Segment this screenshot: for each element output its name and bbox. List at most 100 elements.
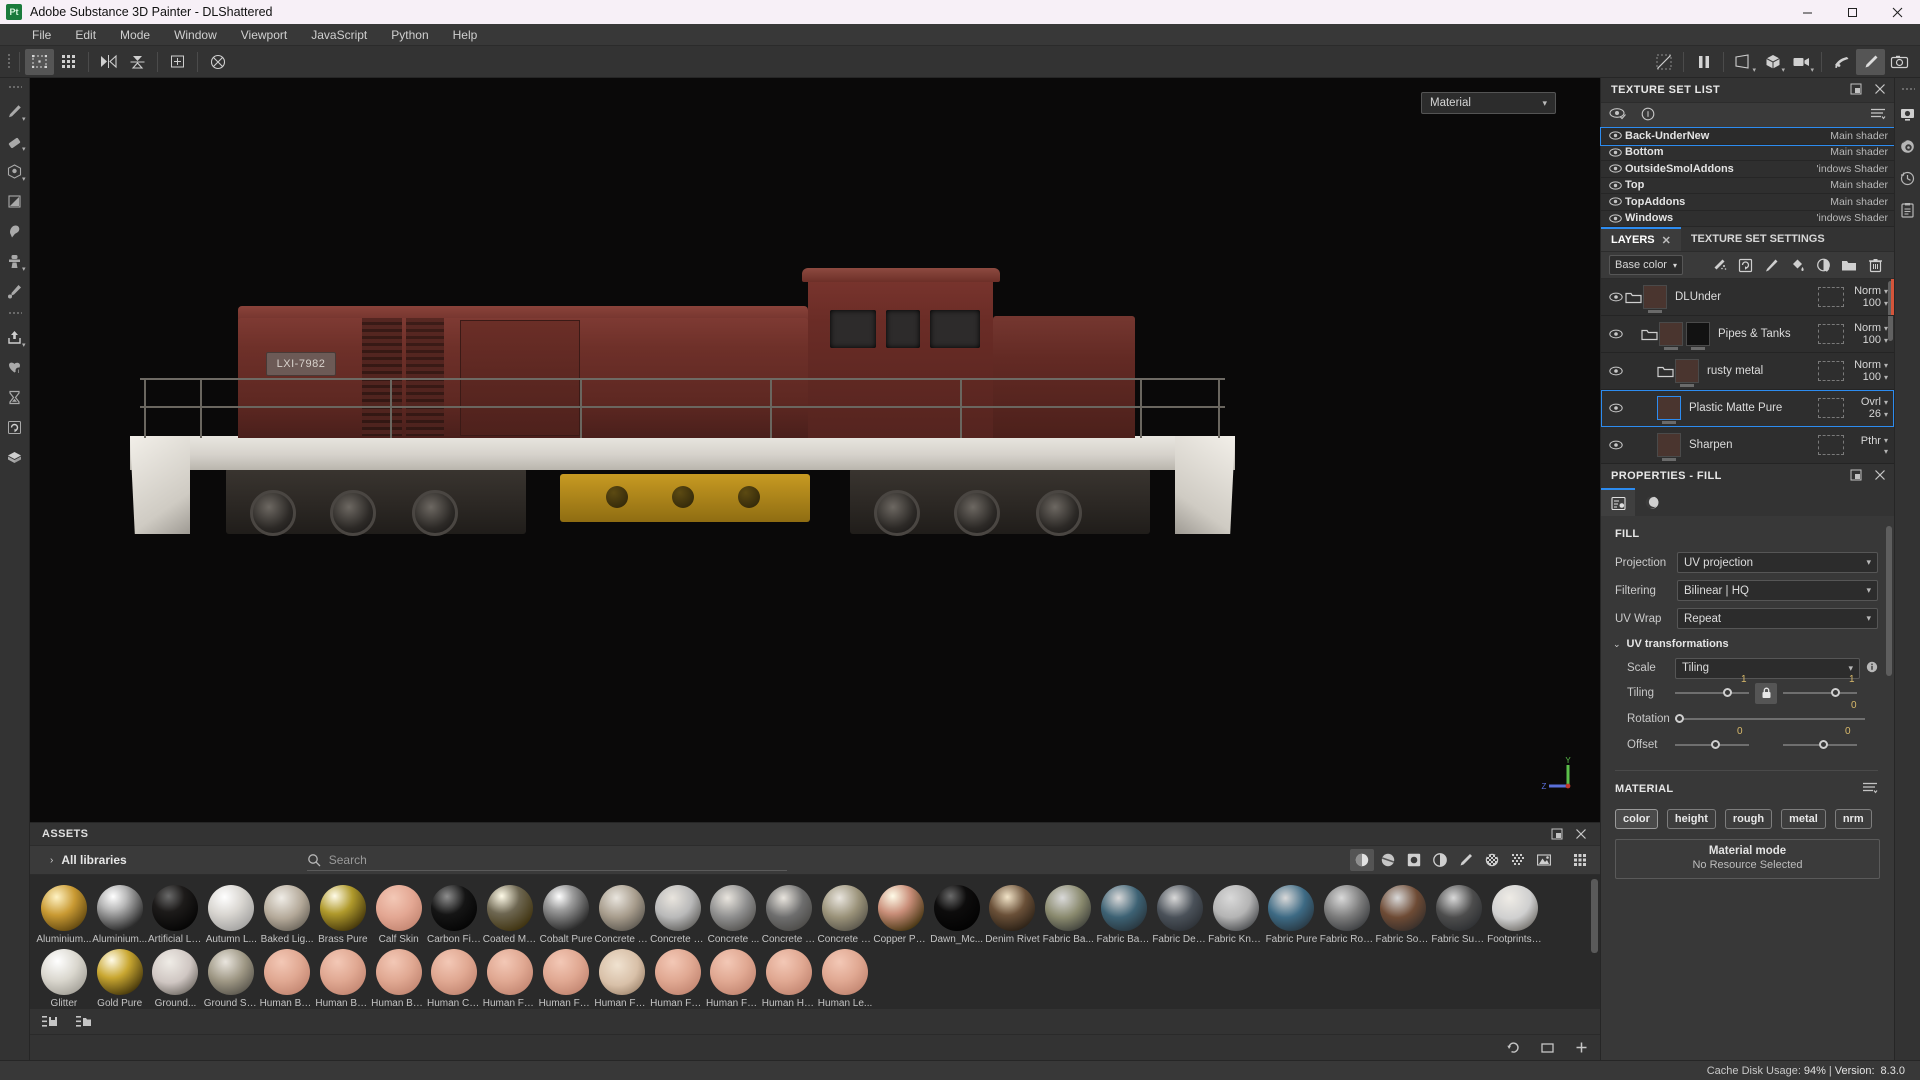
asset-item[interactable]: Fabric Rou... <box>1319 881 1375 945</box>
layer-opacity[interactable]: 100▾ <box>1863 297 1888 309</box>
pause-engine-button[interactable] <box>1689 49 1718 75</box>
asset-item[interactable]: Dawn_Mc... <box>929 881 985 945</box>
layer-thumbnail[interactable] <box>1659 322 1683 346</box>
eye-icon[interactable] <box>1609 366 1625 376</box>
eye-check-icon[interactable] <box>1609 107 1627 123</box>
filter-masks[interactable] <box>1402 849 1426 871</box>
right-rail-grip[interactable] <box>1901 84 1915 94</box>
viewport-3d[interactable]: Material ▾ <box>30 78 1600 822</box>
layer-opacity[interactable]: 100▾ <box>1863 371 1888 383</box>
asset-item[interactable]: Denim Rivet <box>985 881 1041 945</box>
asset-item[interactable]: Human Ba... <box>315 945 371 1008</box>
material-picker-tool[interactable] <box>2 278 28 304</box>
eye-icon[interactable] <box>1609 164 1623 173</box>
properties-scrollbar[interactable] <box>1886 526 1892 676</box>
info-icon[interactable] <box>1866 661 1878 676</box>
texture-set-row[interactable]: Windows'indows Shader <box>1601 211 1894 228</box>
layer-row[interactable]: Pipes & TanksNorm▾100▾ <box>1601 316 1894 353</box>
close-panel-icon[interactable] <box>1874 83 1886 98</box>
maximize-panel-icon[interactable] <box>1550 827 1564 841</box>
maximize-button[interactable] <box>1830 0 1875 24</box>
filter-alphas[interactable] <box>1480 849 1504 871</box>
filter-textures[interactable] <box>1506 849 1530 871</box>
viewport-preset-button[interactable] <box>1538 1039 1556 1057</box>
layer-row[interactable]: DLUnderNorm▾100▾ <box>1601 279 1894 316</box>
eye-icon[interactable] <box>1609 181 1623 190</box>
eye-icon[interactable] <box>1609 403 1625 413</box>
asset-item[interactable]: Ground... <box>148 945 204 1008</box>
material-channel-chip[interactable]: color <box>1615 809 1658 829</box>
uv-transformations-group[interactable]: ⌄ UV transformations <box>1601 634 1894 656</box>
library-selector[interactable]: All libraries <box>61 853 126 867</box>
layer-blend-mode[interactable]: Norm▾ <box>1854 322 1888 334</box>
folder-icon[interactable] <box>1641 328 1659 341</box>
maximize-panel-icon[interactable] <box>1850 83 1862 98</box>
camera-button[interactable]: ▾ <box>1787 49 1816 75</box>
bake-mesh-tool[interactable]: i <box>2 354 28 380</box>
asset-item[interactable]: Copper Pure <box>873 881 929 945</box>
offset-v-slider[interactable]: 0 <box>1783 735 1857 755</box>
layer-blend-mode[interactable]: Pthr▾ <box>1861 435 1888 447</box>
close-icon[interactable]: ✕ <box>1662 234 1671 247</box>
asset-item[interactable]: Cobalt Pure <box>538 881 594 945</box>
asset-item[interactable]: Human Fa... <box>538 945 594 1008</box>
asset-item[interactable]: Ground Sa... <box>203 945 259 1008</box>
screenshot-button[interactable] <box>1885 49 1914 75</box>
info-circle-icon[interactable] <box>1641 107 1655 124</box>
menu-window[interactable]: Window <box>162 24 229 46</box>
eraser-tool[interactable]: ▾ <box>2 128 28 154</box>
list-options-icon[interactable] <box>1870 107 1886 123</box>
uv-wrap-dropdown[interactable]: Repeat ▾ <box>1677 608 1878 629</box>
menu-edit[interactable]: Edit <box>63 24 108 46</box>
polygon-fill-tool[interactable] <box>2 188 28 214</box>
eye-icon[interactable] <box>1609 197 1623 206</box>
texture-set-row[interactable]: OutsideSmolAddons'indows Shader <box>1601 161 1894 178</box>
export-tool[interactable]: ▾ <box>2 324 28 350</box>
history-hourglass-tool[interactable] <box>2 384 28 410</box>
add-viewport-button[interactable] <box>1572 1039 1590 1057</box>
asset-item[interactable]: Fabric Knit... <box>1208 881 1264 945</box>
maximize-panel-icon[interactable] <box>1850 469 1862 484</box>
list-options-icon[interactable] <box>1862 781 1878 797</box>
asset-item[interactable]: Fabric Den... <box>1152 881 1208 945</box>
projection-tool[interactable]: ▾ <box>2 158 28 184</box>
filter-brushes[interactable] <box>1454 849 1478 871</box>
layer-mask-slot[interactable] <box>1818 287 1844 307</box>
asset-item[interactable]: Fabric Soft... <box>1375 881 1431 945</box>
paint-mode-button[interactable] <box>1856 49 1885 75</box>
add-black-mask-button[interactable] <box>1812 254 1834 276</box>
display-settings-button[interactable] <box>1897 102 1919 126</box>
projection-dropdown[interactable]: UV projection ▾ <box>1677 552 1878 573</box>
polygon-fill-button[interactable] <box>54 49 83 75</box>
delete-layer-button[interactable] <box>1864 254 1886 276</box>
close-button[interactable] <box>1875 0 1920 24</box>
add-effect-button[interactable] <box>1708 254 1730 276</box>
add-mask-fill-button[interactable] <box>1786 254 1808 276</box>
asset-item[interactable]: Fabric Suit... <box>1431 881 1487 945</box>
asset-item[interactable]: Fabric Pure <box>1264 881 1320 945</box>
asset-item[interactable]: Human Fa... <box>482 945 538 1008</box>
layer-mask-slot[interactable] <box>1818 324 1844 344</box>
asset-item[interactable]: Fabric Ba... <box>1040 881 1096 945</box>
mesh-display-button[interactable]: ▾ <box>1758 49 1787 75</box>
minimize-button[interactable] <box>1785 0 1830 24</box>
menu-mode[interactable]: Mode <box>108 24 162 46</box>
assets-scrollbar[interactable] <box>1591 879 1598 953</box>
filtering-dropdown[interactable]: Bilinear | HQ ▾ <box>1677 580 1878 601</box>
add-fill-layer-button[interactable] <box>1734 254 1756 276</box>
refresh-tool[interactable] <box>2 414 28 440</box>
assets-search[interactable]: Search <box>307 849 787 871</box>
layer-row[interactable]: Plastic Matte PureOvrl▾26▾ <box>1601 390 1894 427</box>
eye-icon[interactable] <box>1609 214 1623 223</box>
add-folder-button[interactable] <box>1838 254 1860 276</box>
scale-dropdown[interactable]: Tiling ▾ <box>1675 658 1860 679</box>
asset-item[interactable]: Concrete C... <box>650 881 706 945</box>
eye-icon[interactable] <box>1609 440 1625 450</box>
shader-dropdown[interactable]: Material ▾ <box>1421 92 1556 114</box>
eye-icon[interactable] <box>1609 131 1623 140</box>
asset-item[interactable]: Brass Pure <box>315 881 371 945</box>
flip-symmetry-button[interactable] <box>123 49 152 75</box>
folder-icon[interactable] <box>1625 291 1643 304</box>
asset-item[interactable]: Human Fa... <box>594 945 650 1008</box>
layer-thumbnail[interactable] <box>1657 433 1681 457</box>
